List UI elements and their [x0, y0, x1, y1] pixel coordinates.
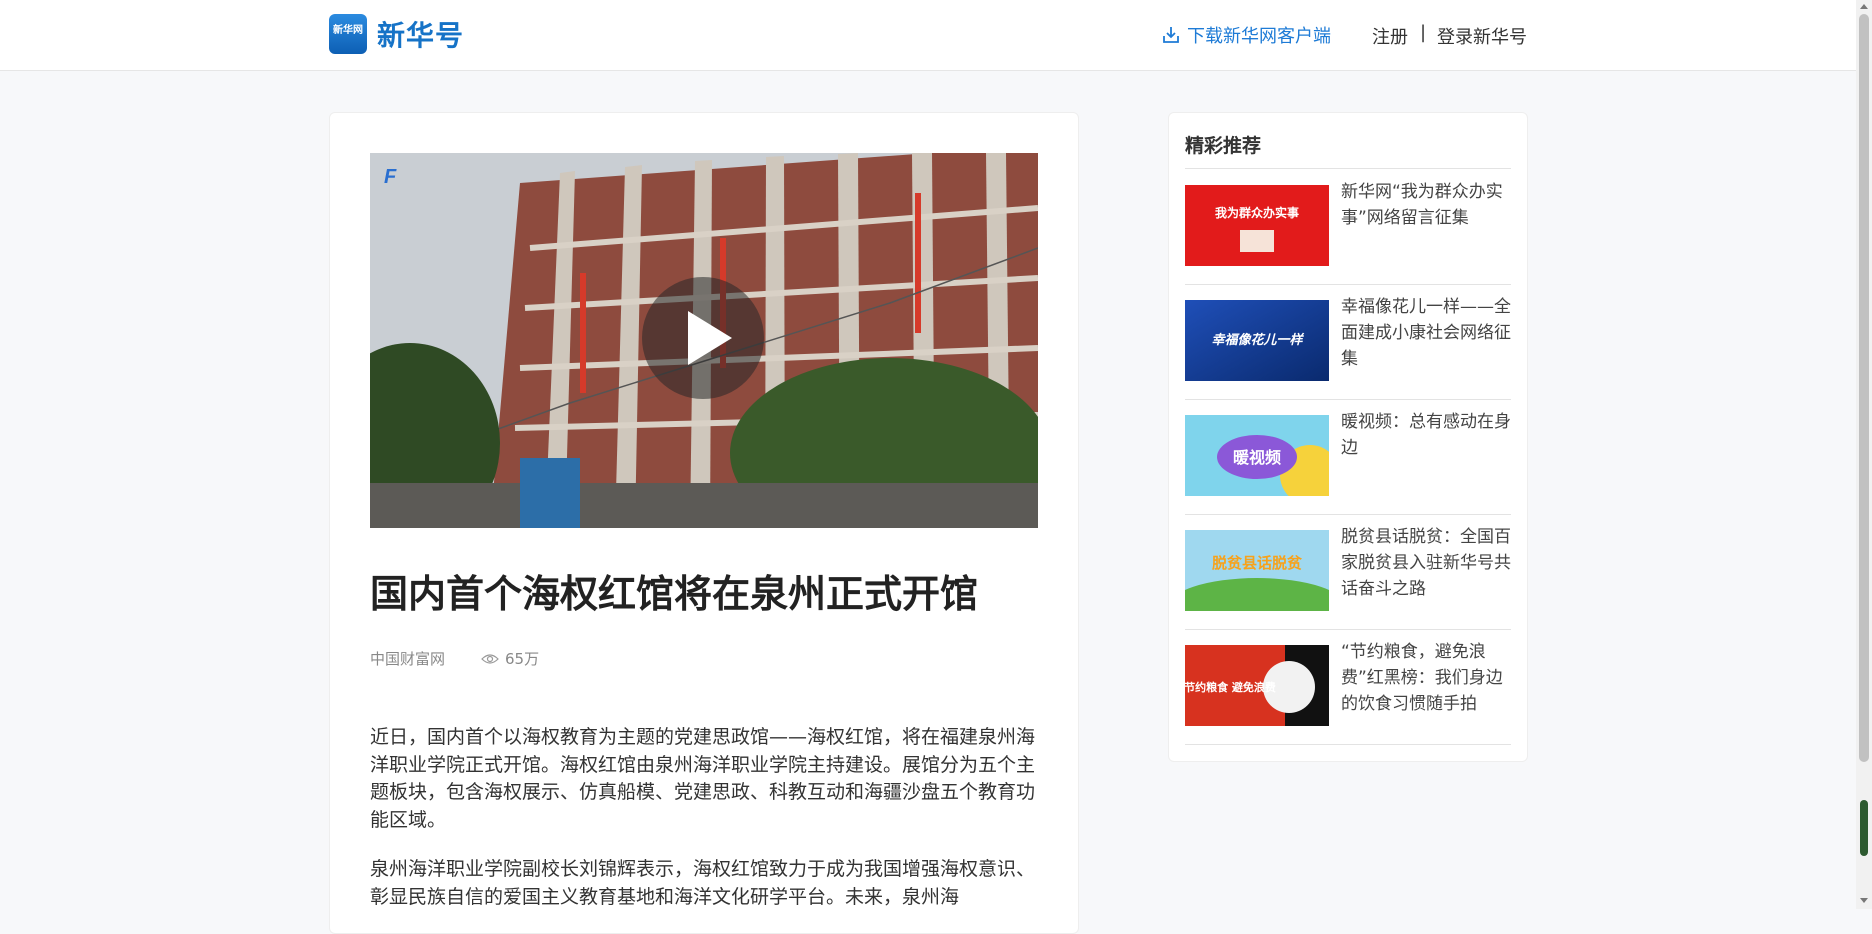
article-source: 中国财富网: [370, 650, 446, 668]
scroll-up-icon[interactable]: [1860, 4, 1868, 9]
recommendations-panel: 精彩推荐 我为群众办实事 新华网“我为群众办实事”网络留言征集 幸福像花儿一样 …: [1168, 112, 1528, 762]
recommendations-title: 精彩推荐: [1185, 135, 1262, 157]
thumbnail-image: 我为群众办实事: [1185, 185, 1329, 266]
article-paragraph: 泉州海洋职业学院副校长刘锦辉表示，海权红馆致力于成为我国增强海权意识、彰显民族自…: [370, 858, 1036, 908]
download-client-link[interactable]: 下载新华网客户端: [1161, 22, 1331, 48]
scroll-thumb[interactable]: [1859, 14, 1869, 762]
scroll-indicator: [1860, 800, 1868, 856]
vertical-scrollbar[interactable]: [1856, 0, 1872, 909]
recommendation-label[interactable]: “节约粮食，避免浪费”红黑榜：我们身边的饮食习惯随手拍: [1341, 639, 1511, 717]
top-navbar: 新华网 新华号 下载新华网客户端 注册 | 登录新华号: [0, 0, 1856, 71]
download-icon: [1163, 27, 1179, 43]
recommendation-label[interactable]: 暖视频：总有感动在身边: [1341, 409, 1511, 461]
thumb-text: 脱贫县话脱贫: [1212, 554, 1303, 572]
logo-badge: 新华网: [329, 14, 367, 54]
play-icon[interactable]: [642, 277, 764, 399]
scroll-down-icon[interactable]: [1860, 898, 1868, 903]
recommendation-item[interactable]: 暖视频 暖视频：总有感动在身边: [1185, 399, 1511, 515]
logo-text: 新华号: [377, 19, 465, 52]
recommendation-item[interactable]: 我为群众办实事 新华网“我为群众办实事”网络留言征集: [1185, 169, 1511, 285]
register-link[interactable]: 注册: [1372, 23, 1408, 49]
recommendation-item[interactable]: 节约粮食 避免浪费 “节约粮食，避免浪费”红黑榜：我们身边的饮食习惯随手拍: [1185, 629, 1511, 745]
thumbnail-image: 幸福像花儿一样: [1185, 300, 1329, 381]
view-count-value: 65万: [505, 650, 540, 668]
recommendation-thumbnail[interactable]: 脱贫县话脱贫: [1185, 530, 1329, 611]
recommendation-item[interactable]: 幸福像花儿一样 幸福像花儿一样——全面建成小康社会网络征集: [1185, 284, 1511, 400]
recommendation-label[interactable]: 新华网“我为群众办实事”网络留言征集: [1341, 179, 1511, 231]
recommendation-thumbnail[interactable]: 节约粮食 避免浪费: [1185, 645, 1329, 726]
view-count: 65万: [481, 648, 539, 669]
recommendation-thumbnail[interactable]: 幸福像花儿一样: [1185, 300, 1329, 381]
article-title: 国内首个海权红馆将在泉州正式开馆: [370, 572, 979, 616]
thumbnail-image: 暖视频: [1185, 415, 1329, 496]
download-label: 下载新华网客户端: [1187, 26, 1331, 47]
recommendation-thumbnail[interactable]: 暖视频: [1185, 415, 1329, 496]
recommendation-item[interactable]: 脱贫县话脱贫 脱贫县话脱贫：全国百家脱贫县入驻新华号共话奋斗之路: [1185, 514, 1511, 630]
thumbnail-image: 节约粮食 避免浪费: [1185, 645, 1329, 726]
article-meta: 中国财富网 65万: [370, 648, 539, 669]
svg-text:F: F: [384, 166, 397, 188]
article-paragraph: 近日，国内首个以海权教育为主题的党建思政馆——海权红馆，将在福建泉州海洋职业学院…: [370, 726, 1036, 831]
thumb-text: 幸福像花儿一样: [1211, 332, 1304, 348]
thumb-text: 暖视频: [1233, 448, 1281, 467]
recommendation-label[interactable]: 脱贫县话脱贫：全国百家脱贫县入驻新华号共话奋斗之路: [1341, 524, 1511, 602]
thumb-text: 我为群众办实事: [1215, 205, 1299, 220]
video-player[interactable]: F: [370, 153, 1038, 528]
login-link[interactable]: 登录新华号: [1437, 23, 1527, 49]
nav-separator: |: [1420, 22, 1427, 43]
recommendation-label[interactable]: 幸福像花儿一样——全面建成小康社会网络征集: [1341, 294, 1511, 372]
thumbnail-image: 脱贫县话脱贫: [1185, 530, 1329, 611]
thumb-text: 节约粮食 避免浪费: [1185, 680, 1276, 694]
article-card: F 国内首个海权红馆将在泉州正式开馆 中国财富网 65万 近日，国内首个以海权教…: [329, 112, 1079, 934]
recommendation-thumbnail[interactable]: 我为群众办实事: [1185, 185, 1329, 266]
eye-icon: [481, 653, 499, 664]
site-logo[interactable]: 新华网 新华号: [329, 14, 464, 54]
